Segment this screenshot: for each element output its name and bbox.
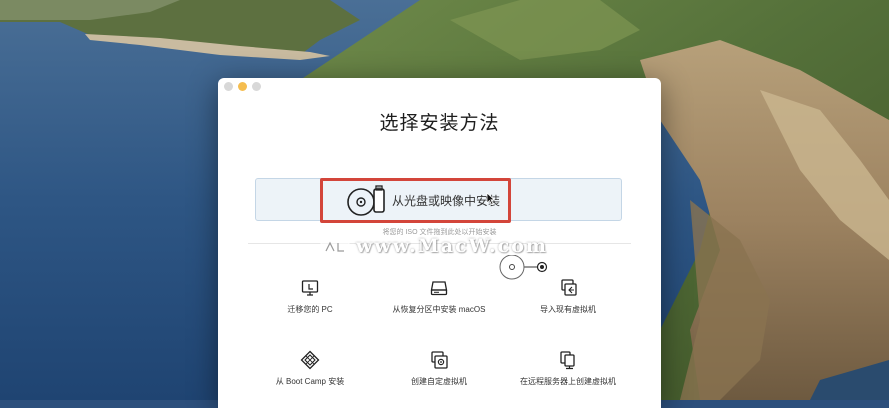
- option-label: 从恢复分区中安装 macOS: [392, 305, 486, 314]
- close-button[interactable]: [224, 82, 233, 91]
- boot-camp-icon: [300, 350, 320, 370]
- installation-assistant-window: 选择安装方法 从光盘或映像中安装 将您的 ISO 文件拖到此处以开始安装 www…: [218, 78, 661, 408]
- window-controls: [224, 82, 261, 91]
- watermark-logo-icon: [320, 237, 350, 257]
- custom-vm-icon: [431, 351, 448, 369]
- highlight-box: [320, 178, 511, 223]
- option-create-custom-vm[interactable]: 创建自定虚拟机: [364, 350, 514, 387]
- option-import-existing-vm[interactable]: 导入现有虚拟机: [493, 278, 643, 315]
- option-label: 从 Boot Camp 安装: [275, 377, 345, 386]
- remote-server-icon: [560, 351, 575, 370]
- option-install-from-recovery[interactable]: 从恢复分区中安装 macOS: [364, 278, 514, 315]
- page-title: 选择安装方法: [379, 113, 500, 134]
- minimize-button[interactable]: [238, 82, 247, 91]
- zoom-button[interactable]: [252, 82, 261, 91]
- recovery-disk-icon: [430, 281, 448, 296]
- migrate-pc-icon: [301, 280, 319, 296]
- option-label: 迁移您的 PC: [287, 305, 333, 314]
- option-migrate-pc[interactable]: 迁移您的 PC: [235, 278, 385, 315]
- import-vm-icon: [561, 279, 577, 296]
- option-label: 导入现有虚拟机: [540, 305, 596, 314]
- watermark-text: www.MacW.com: [356, 235, 549, 257]
- option-label: 在远程服务器上创建虚拟机: [520, 377, 616, 386]
- option-create-vm-on-remote-server[interactable]: 在远程服务器上创建虚拟机: [493, 350, 643, 387]
- option-install-from-boot-camp[interactable]: 从 Boot Camp 安装: [235, 350, 385, 387]
- option-label: 创建自定虚拟机: [411, 377, 467, 386]
